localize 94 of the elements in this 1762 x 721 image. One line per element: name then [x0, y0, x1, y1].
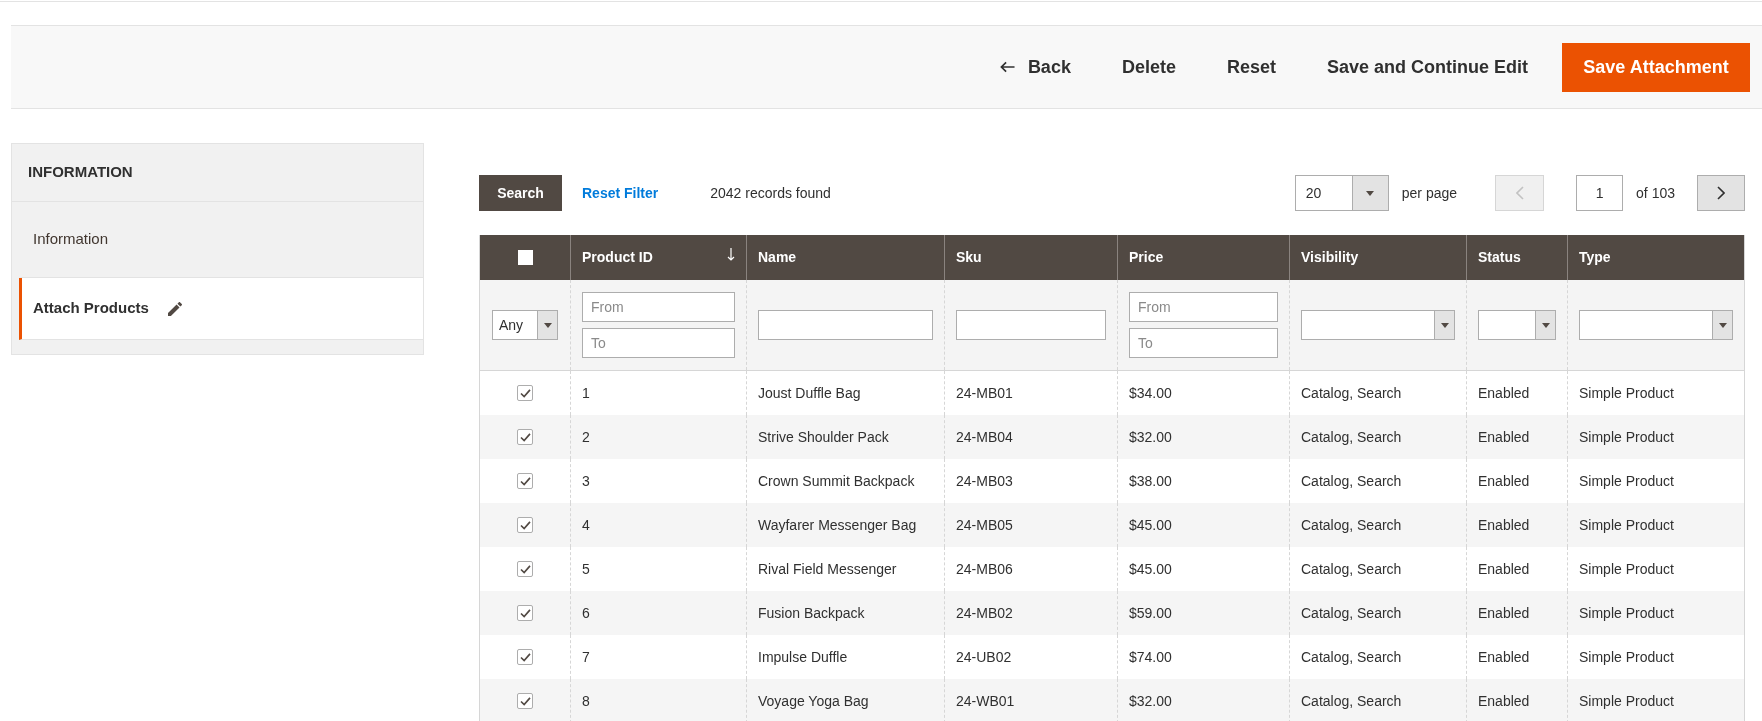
product-id: 4	[582, 515, 590, 535]
product-price: $74.00	[1129, 647, 1172, 667]
product-status: Enabled	[1478, 647, 1530, 667]
to-input[interactable]: To	[582, 328, 735, 358]
product-price: $59.00	[1129, 603, 1172, 623]
caret-icon	[1351, 176, 1388, 210]
product-price: $45.00	[1129, 515, 1172, 535]
product-id: 5	[582, 559, 590, 579]
product-visibility: Catalog, Search	[1301, 515, 1402, 535]
select-all-checkbox[interactable]	[517, 250, 533, 265]
product-sku: 24-MB04	[956, 427, 1013, 447]
chevron-left-icon	[1515, 186, 1524, 200]
caret-icon	[1712, 311, 1732, 339]
filter-input[interactable]	[758, 310, 933, 340]
product-type: Simple Product	[1579, 515, 1674, 535]
back-button[interactable]: Back	[982, 47, 1088, 87]
chevron-right-icon	[1717, 186, 1725, 200]
product-price: $38.00	[1129, 471, 1172, 491]
row-checkbox[interactable]	[517, 517, 533, 533]
action-button[interactable]: Reset	[1209, 47, 1293, 87]
caret-icon	[537, 311, 557, 339]
caret-icon	[1434, 311, 1454, 339]
product-name: Rival Field Messenger	[758, 559, 897, 579]
product-id: 3	[582, 471, 590, 491]
product-type: Simple Product	[1579, 647, 1674, 667]
product-sku: 24-MB02	[956, 603, 1013, 623]
product-name: Impulse Duffle	[758, 647, 848, 667]
product-visibility: Catalog, Search	[1301, 691, 1402, 711]
product-sku: 24-MB01	[956, 383, 1013, 403]
row-checkbox[interactable]	[517, 693, 533, 709]
product-type: Simple Product	[1579, 383, 1674, 403]
product-name: Wayfarer Messenger Bag	[758, 515, 917, 535]
product-id: 6	[582, 603, 590, 623]
product-sku: 24-WB01	[956, 691, 1015, 711]
row-checkbox[interactable]	[517, 429, 533, 445]
row-checkbox[interactable]	[517, 561, 533, 577]
product-type: Simple Product	[1579, 691, 1674, 711]
row-checkbox[interactable]	[517, 385, 533, 401]
product-sku: 24-MB03	[956, 471, 1013, 491]
product-visibility: Catalog, Search	[1301, 471, 1402, 491]
search-button[interactable]: Search	[479, 175, 562, 211]
from-input[interactable]: From	[582, 292, 735, 322]
product-status: Enabled	[1478, 559, 1530, 579]
product-sku: 24-MB05	[956, 515, 1013, 535]
product-price: $34.00	[1129, 383, 1172, 403]
sidebar-tab[interactable]: Attach Products	[19, 278, 423, 340]
product-visibility: Catalog, Search	[1301, 559, 1402, 579]
records-count: 2042 records found	[710, 183, 831, 203]
product-visibility: Catalog, Search	[1301, 383, 1402, 403]
per-page-label: per page	[1401, 183, 1458, 203]
product-name: Fusion Backpack	[758, 603, 865, 623]
product-id: 2	[582, 427, 590, 447]
page-input[interactable]: 1	[1576, 175, 1624, 211]
page-total: of 103	[1636, 183, 1675, 203]
product-type: Simple Product	[1579, 471, 1674, 491]
product-visibility: Catalog, Search	[1301, 427, 1402, 447]
reset-filter-link[interactable]: Reset Filter	[582, 182, 659, 204]
product-type: Simple Product	[1579, 427, 1674, 447]
product-price: $45.00	[1129, 559, 1172, 579]
caret-icon	[1535, 311, 1555, 339]
sidebar-title: INFORMATION	[28, 162, 133, 183]
product-name: Crown Summit Backpack	[758, 471, 915, 491]
product-status: Enabled	[1478, 471, 1530, 491]
product-type: Simple Product	[1579, 603, 1674, 623]
product-status: Enabled	[1478, 603, 1530, 623]
left-arrow-icon	[999, 61, 1015, 73]
per-page-select[interactable]: 20	[1294, 175, 1389, 211]
product-id: 1	[582, 383, 590, 403]
action-button[interactable]: Save and Continue Edit	[1309, 47, 1545, 87]
row-checkbox[interactable]	[517, 473, 533, 489]
product-sku: 24-UB02	[956, 647, 1012, 667]
product-id: 7	[582, 647, 590, 667]
product-status: Enabled	[1478, 427, 1530, 447]
product-sku: 24-MB06	[956, 559, 1013, 579]
product-price: $32.00	[1129, 427, 1172, 447]
product-price: $32.00	[1129, 691, 1172, 711]
filter-select[interactable]: Any	[492, 310, 558, 340]
product-status: Enabled	[1478, 383, 1530, 403]
filter-input[interactable]	[956, 310, 1106, 340]
save-button[interactable]: Save Attachment	[1562, 42, 1750, 92]
product-type: Simple Product	[1579, 559, 1674, 579]
product-name: Joust Duffle Bag	[758, 383, 861, 403]
action-button[interactable]: Delete	[1104, 47, 1193, 87]
product-name: Strive Shoulder Pack	[758, 427, 889, 447]
product-status: Enabled	[1478, 691, 1530, 711]
from-input[interactable]: From	[1129, 292, 1278, 322]
product-name: Voyage Yoga Bag	[758, 691, 869, 711]
product-id: 8	[582, 691, 590, 711]
row-checkbox[interactable]	[517, 605, 533, 621]
to-input[interactable]: To	[1129, 328, 1278, 358]
product-visibility: Catalog, Search	[1301, 647, 1402, 667]
product-status: Enabled	[1478, 515, 1530, 535]
row-checkbox[interactable]	[517, 649, 533, 665]
product-visibility: Catalog, Search	[1301, 603, 1402, 623]
